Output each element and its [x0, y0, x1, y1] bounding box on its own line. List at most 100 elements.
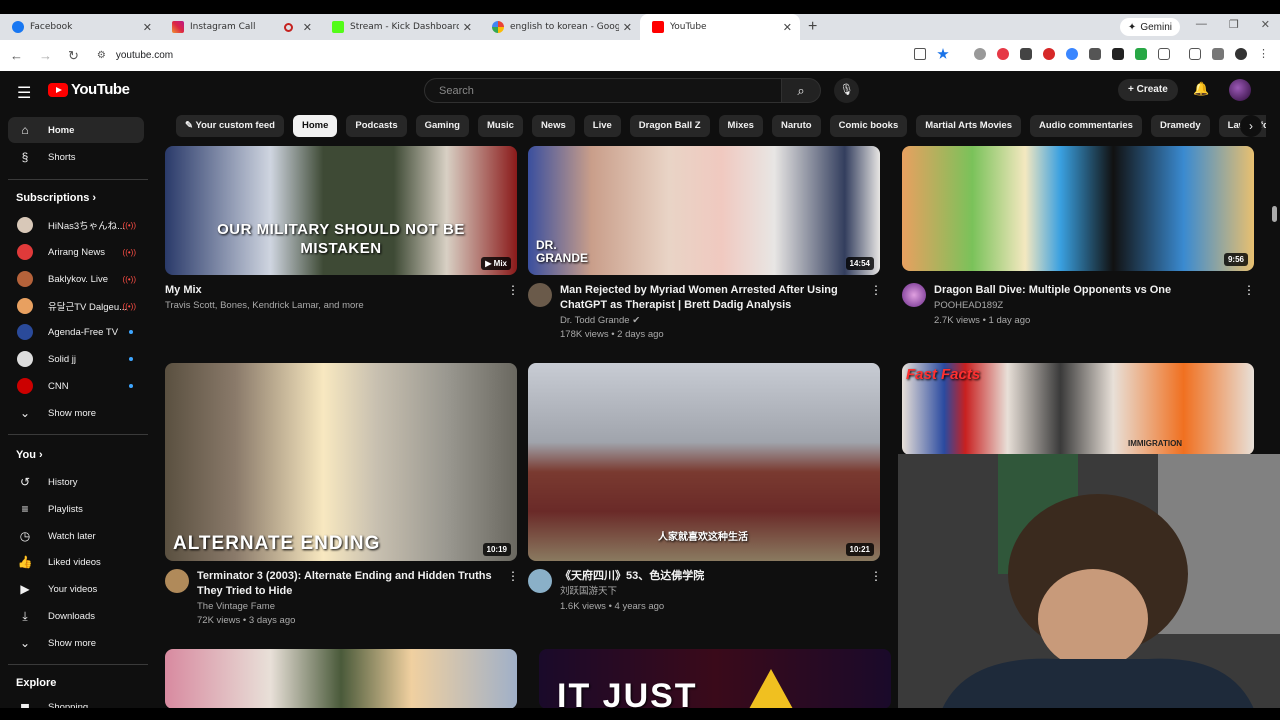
- new-tab-button[interactable]: +: [808, 18, 817, 36]
- site-info-icon[interactable]: ⚙: [97, 50, 106, 61]
- channel-avatar[interactable]: [165, 569, 189, 593]
- subscriptions-heading[interactable]: Subscriptions ›: [16, 192, 96, 204]
- sidebar-show-more[interactable]: ⌄ Show more: [8, 630, 144, 656]
- extension-6-icon[interactable]: [1089, 48, 1101, 60]
- video-card[interactable]: 人家就喜欢这种生活 10:21: [528, 363, 880, 561]
- close-icon[interactable]: ✕: [463, 21, 472, 34]
- video-card[interactable]: ALTERNATE ENDING 10:19: [165, 363, 517, 561]
- minimize-icon[interactable]: —: [1196, 18, 1207, 31]
- extension-1-icon[interactable]: [974, 48, 986, 60]
- sidebar-item-watch-later[interactable]: ◷ Watch later: [8, 523, 144, 549]
- cast-icon[interactable]: [1189, 48, 1201, 60]
- tab-google[interactable]: english to korean - Google Sea ✕: [480, 14, 640, 40]
- media-icon[interactable]: [1212, 48, 1224, 60]
- tab-kick[interactable]: Stream - Kick Dashboard ✕: [320, 14, 480, 40]
- video-title[interactable]: 《天府四川》53、色达佛学院: [560, 569, 865, 584]
- video-title[interactable]: My Mix: [165, 283, 495, 298]
- video-title[interactable]: Man Rejected by Myriad Women Arrested Af…: [560, 283, 865, 313]
- extension-5-icon[interactable]: [1066, 48, 1078, 60]
- hamburger-menu-icon[interactable]: ☰: [17, 83, 31, 103]
- sidebar-show-more[interactable]: ⌄ Show more: [8, 400, 144, 426]
- extensions-puzzle-icon[interactable]: [1158, 48, 1170, 60]
- video-thumbnail[interactable]: ALTERNATE ENDING 10:19: [165, 363, 517, 561]
- video-card[interactable]: [165, 649, 517, 709]
- sidebar-item-your-videos[interactable]: ▶ Your videos: [8, 576, 144, 602]
- sidebar-item-subscription[interactable]: CNN: [8, 373, 144, 399]
- sidebar-item-subscription[interactable]: 유달근TV Dalgeu... ((•)): [8, 293, 144, 319]
- video-card[interactable]: Fast Facts IMMIGRATION: [902, 363, 1254, 455]
- close-icon[interactable]: ✕: [623, 21, 632, 34]
- chip-dragon-ball-z[interactable]: Dragon Ball Z: [629, 115, 710, 137]
- more-options-icon[interactable]: ⋮: [870, 283, 882, 297]
- video-thumbnail[interactable]: 9:56: [902, 146, 1254, 271]
- video-title[interactable]: Dragon Ball Dive: Multiple Opponents vs …: [934, 283, 1239, 298]
- video-thumbnail[interactable]: [165, 649, 517, 709]
- voice-search-button[interactable]: 🎙: [834, 78, 859, 103]
- sidebar-item-subscription[interactable]: Agenda-Free TV: [8, 319, 144, 345]
- install-icon[interactable]: [914, 48, 926, 60]
- menu-icon[interactable]: ⋮: [1258, 48, 1270, 60]
- notifications-bell-icon[interactable]: 🔔: [1193, 81, 1209, 97]
- sidebar-item-subscription[interactable]: Baklykov. Live ((•)): [8, 266, 144, 292]
- you-heading[interactable]: You ›: [16, 449, 43, 461]
- chip-podcasts[interactable]: Podcasts: [346, 115, 407, 137]
- chip-comic-books[interactable]: Comic books: [829, 115, 908, 137]
- chip-custom-feed[interactable]: ✎ Your custom feed: [176, 115, 284, 137]
- chip-music[interactable]: Music: [478, 115, 523, 137]
- chip-home[interactable]: Home: [292, 115, 338, 137]
- channel-avatar[interactable]: [528, 283, 552, 307]
- sidebar-item-home[interactable]: ⌂ Home: [8, 117, 144, 143]
- more-options-icon[interactable]: ⋮: [1243, 283, 1255, 297]
- video-channel[interactable]: 刘跃国游天下: [560, 584, 865, 599]
- video-title[interactable]: Terminator 3 (2003): Alternate Ending an…: [197, 569, 502, 599]
- sidebar-item-liked-videos[interactable]: 👍 Liked videos: [8, 549, 144, 575]
- tab-instagram[interactable]: Instagram Call ✕: [160, 14, 320, 40]
- scrollbar-thumb[interactable]: [1272, 206, 1277, 222]
- reload-icon[interactable]: ↻: [68, 48, 79, 64]
- chip-martial-arts[interactable]: Martial Arts Movies: [916, 115, 1021, 137]
- extension-kick-icon[interactable]: [1135, 48, 1147, 60]
- extension-3-icon[interactable]: [1020, 48, 1032, 60]
- sidebar-item-shorts[interactable]: § Shorts: [8, 144, 144, 170]
- search-input[interactable]: Search: [424, 78, 782, 103]
- youtube-logo[interactable]: YouTube: [48, 81, 130, 98]
- channel-name[interactable]: Dr. Todd Grande: [560, 315, 630, 326]
- chip-naruto[interactable]: Naruto: [771, 115, 821, 137]
- video-thumbnail[interactable]: Fast Facts IMMIGRATION: [902, 363, 1254, 455]
- video-thumbnail[interactable]: OUR MILITARY SHOULD NOT BE MISTAKEN ▶ Mi…: [165, 146, 517, 275]
- forward-icon[interactable]: →: [39, 48, 52, 64]
- chip-live[interactable]: Live: [583, 115, 621, 137]
- chip-dramedy[interactable]: Dramedy: [1150, 115, 1210, 137]
- close-icon[interactable]: ✕: [303, 21, 312, 34]
- video-card[interactable]: DR. GRANDE 14:54: [528, 146, 880, 275]
- tab-youtube[interactable]: YouTube ✕: [640, 14, 800, 40]
- channel-avatar[interactable]: [528, 569, 552, 593]
- more-options-icon[interactable]: ⋮: [870, 569, 882, 583]
- sidebar-item-playlists[interactable]: ≡ Playlists: [8, 496, 144, 522]
- video-card[interactable]: OUR MILITARY SHOULD NOT BE MISTAKEN ▶ Mi…: [165, 146, 517, 275]
- account-avatar[interactable]: [1229, 79, 1251, 101]
- search-button[interactable]: ⌕: [781, 78, 821, 103]
- restore-icon[interactable]: ❐: [1229, 18, 1239, 31]
- more-options-icon[interactable]: ⋮: [507, 283, 519, 297]
- chip-news[interactable]: News: [531, 115, 575, 137]
- video-channel[interactable]: The Vintage Fame: [197, 599, 502, 614]
- chip-audio-commentaries[interactable]: Audio commentaries: [1030, 115, 1142, 137]
- extension-7-icon[interactable]: [1112, 48, 1124, 60]
- video-thumbnail[interactable]: DR. GRANDE 14:54: [528, 146, 880, 275]
- more-options-icon[interactable]: ⋮: [507, 569, 519, 583]
- url-field[interactable]: youtube.com: [116, 50, 173, 61]
- sidebar-item-subscription[interactable]: Solid jj: [8, 346, 144, 372]
- profile-icon[interactable]: [1235, 48, 1247, 60]
- video-channel[interactable]: POOHEAD189Z: [934, 298, 1239, 313]
- video-card[interactable]: IT JUST: [539, 649, 891, 709]
- gemini-button[interactable]: ✦ Gemini: [1119, 18, 1180, 36]
- sidebar-item-subscription[interactable]: HiNas3ちゃんね... ((•)): [8, 212, 144, 238]
- channel-avatar[interactable]: [902, 283, 926, 307]
- close-icon[interactable]: ✕: [783, 21, 792, 34]
- video-thumbnail[interactable]: 人家就喜欢这种生活 10:21: [528, 363, 880, 561]
- back-icon[interactable]: ←: [10, 48, 23, 64]
- extension-2-icon[interactable]: [997, 48, 1009, 60]
- chip-mixes[interactable]: Mixes: [718, 115, 763, 137]
- tab-facebook[interactable]: Facebook ✕: [0, 14, 160, 40]
